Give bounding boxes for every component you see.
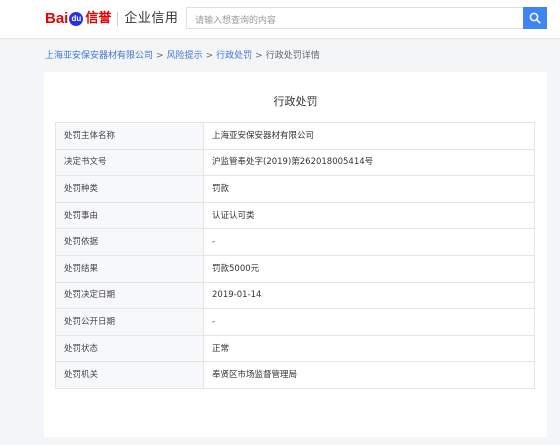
table-row: 处罚公开日期 - bbox=[55, 308, 535, 336]
table-row: 处罚主体名称 上海亚安保安器材有限公司 bbox=[55, 122, 535, 150]
search-icon bbox=[529, 12, 541, 24]
table-row: 处罚决定日期 2019-01-14 bbox=[55, 281, 535, 310]
row-value: 罚款 bbox=[203, 175, 535, 203]
penalty-detail-card: 行政处罚 处罚主体名称 上海亚安保安器材有限公司 决定书文号 沪监管奉处字(20… bbox=[44, 72, 547, 437]
search-input[interactable] bbox=[187, 11, 515, 31]
row-key: 处罚决定日期 bbox=[55, 281, 204, 310]
table-row: 处罚依据 - bbox=[55, 228, 535, 256]
table-row: 决定书文号 沪监管奉处字(2019)第262018005414号 bbox=[55, 148, 535, 177]
breadcrumb: 上海亚安保安器材有限公司 > 风险提示 > 行政处罚 > 行政处罚详情 bbox=[45, 49, 320, 63]
row-key: 处罚主体名称 bbox=[55, 122, 204, 150]
row-value: - bbox=[203, 308, 535, 336]
breadcrumb-separator: > bbox=[255, 51, 263, 61]
table-row: 处罚事由 认证认可类 bbox=[55, 201, 535, 230]
table-row: 处罚机关 奉贤区市场监督管理局 bbox=[55, 361, 535, 389]
table-row: 处罚种类 罚款 bbox=[55, 175, 535, 203]
row-value: 奉贤区市场监督管理局 bbox=[203, 361, 535, 389]
row-key: 处罚机关 bbox=[55, 361, 204, 389]
row-value: - bbox=[203, 228, 535, 256]
breadcrumb-company-link[interactable]: 上海亚安保安器材有限公司 bbox=[45, 51, 153, 61]
breadcrumb-current: 行政处罚详情 bbox=[265, 51, 320, 61]
card-title: 行政处罚 bbox=[273, 95, 318, 108]
row-key: 处罚状态 bbox=[55, 334, 204, 363]
logo-xinyu-text: 信誉 bbox=[85, 11, 112, 26]
row-value: 认证认可类 bbox=[203, 201, 535, 230]
top-header: Bai du 信誉 企业信用 bbox=[0, 0, 560, 39]
row-value: 正常 bbox=[203, 334, 535, 363]
row-value: 罚款5000元 bbox=[203, 254, 535, 283]
table-row: 处罚结果 罚款5000元 bbox=[55, 254, 535, 283]
row-key: 处罚结果 bbox=[55, 254, 204, 283]
row-value: 沪监管奉处字(2019)第262018005414号 bbox=[203, 148, 535, 177]
breadcrumb-penalty-link[interactable]: 行政处罚 bbox=[216, 51, 252, 61]
breadcrumb-separator: > bbox=[156, 51, 164, 61]
table-row: 处罚状态 正常 bbox=[55, 334, 535, 363]
baidu-paw-icon: du bbox=[69, 12, 84, 26]
baidu-xinyu-logo[interactable]: Bai du 信誉 企业信用 bbox=[45, 9, 178, 29]
row-key: 处罚事由 bbox=[55, 201, 204, 230]
logo-divider bbox=[117, 12, 119, 26]
logo-bai-text: Bai bbox=[45, 10, 69, 27]
row-key: 处罚公开日期 bbox=[55, 308, 204, 336]
breadcrumb-risk-link[interactable]: 风险提示 bbox=[167, 51, 203, 61]
search-box bbox=[186, 7, 523, 31]
search-button[interactable] bbox=[523, 7, 547, 29]
breadcrumb-separator: > bbox=[205, 51, 214, 61]
penalty-detail-table: 处罚主体名称 上海亚安保安器材有限公司 决定书文号 沪监管奉处字(2019)第2… bbox=[55, 122, 535, 389]
row-key: 处罚种类 bbox=[55, 175, 204, 203]
row-value: 上海亚安保安器材有限公司 bbox=[203, 122, 535, 150]
logo-brand-text: 企业信用 bbox=[124, 11, 179, 26]
row-value: 2019-01-14 bbox=[203, 281, 535, 310]
row-key: 处罚依据 bbox=[55, 228, 204, 256]
row-key: 决定书文号 bbox=[55, 148, 204, 177]
